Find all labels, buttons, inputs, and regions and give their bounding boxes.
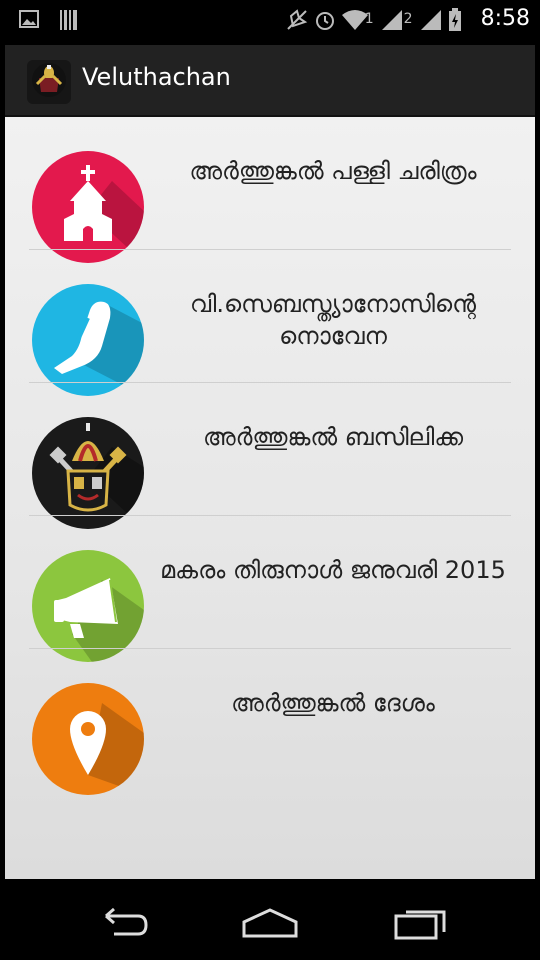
barcode-icon (58, 8, 80, 30)
church-icon-badge (32, 151, 144, 263)
menu-item-label: അർത്തുങ്കൽ ബസിലിക്ക (202, 423, 464, 451)
location-pin-icon-badge (32, 683, 144, 795)
battery-charging-icon (447, 7, 469, 31)
back-icon (105, 907, 148, 936)
wifi-icon (341, 8, 368, 30)
menu-item-basilica[interactable]: അർത്തുങ്കൽ ബസിലിക്ക (5, 383, 535, 529)
menu-item-novena[interactable]: വി.സെബസ്ത്യാനോസിന്റെ നൊവേന (5, 250, 535, 396)
menu-item-church-history[interactable]: അർത്തുങ്കൽ പള്ളി ചരിത്രം (5, 117, 535, 263)
praying-hands-icon (54, 301, 144, 396)
home-icon (242, 908, 298, 938)
megaphone-icon (54, 578, 144, 662)
mute-icon (285, 8, 308, 30)
menu-item-feast[interactable]: മകരം തിരുനാൾ ജനുവരി 2015 (5, 516, 535, 662)
status-bar: 1 2 8:58 (0, 0, 540, 38)
signal-icon (419, 8, 441, 30)
papal-emblem-icon (49, 423, 144, 529)
signal-icon (380, 8, 402, 30)
menu-item-place[interactable]: അർത്തുങ്കൽ ദേശം (5, 649, 535, 795)
recents-button[interactable] (392, 906, 452, 940)
nav-bar (0, 880, 540, 960)
clock: 8:58 (480, 6, 530, 31)
papal-emblem-icon (31, 62, 67, 102)
menu-item-label: മകരം തിരുനാൾ ജനുവരി 2015 (160, 556, 506, 584)
menu-item-label: വി.സെബസ്ത്യാനോസിന്റെ നൊവേന (190, 290, 476, 350)
recents-icon (394, 910, 446, 940)
menu-item-label: അർത്തുങ്കൽ ദേശം (231, 689, 435, 717)
alarm-icon (313, 8, 335, 30)
image-icon (18, 8, 40, 30)
sim2-label: 2 (403, 10, 413, 27)
megaphone-icon-badge (32, 550, 144, 662)
app-title: Veluthachan (82, 63, 231, 91)
menu-item-label: അർത്തുങ്കൽ പള്ളി ചരിത്രം (189, 157, 477, 185)
menu-list: അർത്തുങ്കൽ പള്ളി ചരിത്രം വി.സെബസ്ത്യാനോസ… (5, 117, 535, 879)
action-bar: Veluthachan (5, 45, 535, 117)
app-logo[interactable] (27, 60, 71, 104)
location-pin-icon (70, 703, 144, 795)
back-button[interactable] (92, 906, 152, 940)
home-button[interactable] (240, 906, 300, 940)
praying-hands-icon-badge (32, 284, 144, 396)
papal-emblem-icon-badge (32, 417, 144, 529)
sim1-label: 1 (364, 10, 374, 27)
church-icon (64, 165, 144, 263)
